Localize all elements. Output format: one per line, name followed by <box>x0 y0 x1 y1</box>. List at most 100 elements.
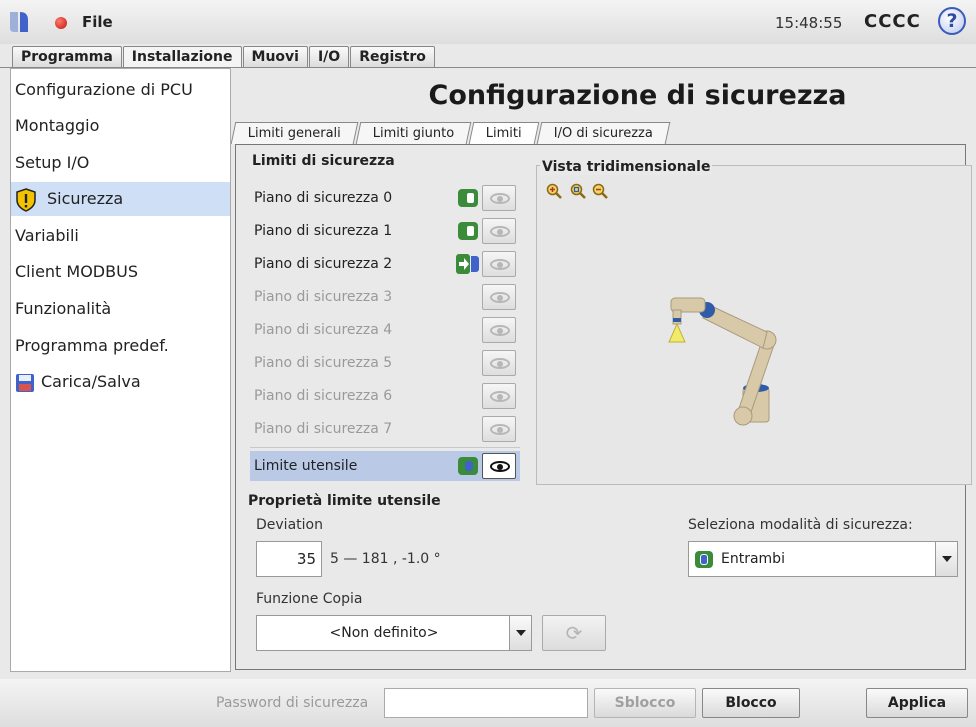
safety-mode-dropdown[interactable]: Entrambi <box>688 541 958 577</box>
safety-config-panel: Configurazione di sicurezza Limiti gener… <box>230 68 972 672</box>
help-button[interactable]: ? <box>938 7 966 35</box>
divider <box>250 447 520 448</box>
sidebar-item-label: Variabili <box>15 226 79 245</box>
visibility-button[interactable] <box>482 453 516 479</box>
sidebar-item-label: Client MODBUS <box>15 262 138 281</box>
password-input[interactable] <box>384 688 588 718</box>
sidebar-item-programma-predef[interactable]: Programma predef. <box>11 329 230 363</box>
eye-icon <box>490 461 510 472</box>
tab-installazione[interactable]: Installazione <box>122 46 242 69</box>
deviation-label: Deviation <box>256 517 323 533</box>
copy-function-value: <Non definito> <box>329 625 439 641</box>
plane-row-6[interactable]: Piano di sicurezza 6 <box>250 381 520 411</box>
limits-section-title: Limiti di sicurezza <box>252 153 395 169</box>
floppy-disk-icon <box>16 373 34 392</box>
plane-row-3[interactable]: Piano di sicurezza 3 <box>250 282 520 312</box>
zoom-in-icon[interactable] <box>546 183 562 199</box>
tab-io-sicurezza[interactable]: I/O di sicurezza <box>536 122 671 144</box>
main-tabs: Programma Installazione Muovi I/O Regist… <box>12 46 436 69</box>
visibility-button[interactable] <box>482 416 516 442</box>
sidebar-item-pcu-config[interactable]: Configurazione di PCU <box>11 73 230 107</box>
zoom-out-icon[interactable] <box>592 183 608 199</box>
eye-icon <box>490 325 510 336</box>
tab-limiti[interactable]: Limiti <box>469 122 540 144</box>
unlock-button[interactable]: Sblocco <box>594 688 696 718</box>
safety-sub-tabs: Limiti generali Limiti giunto Limiti I/O… <box>230 122 671 144</box>
tab-label: Limiti generali <box>247 126 341 141</box>
tool-limit-row[interactable]: Limite utensile <box>250 451 520 481</box>
visibility-button[interactable] <box>482 185 516 211</box>
apply-button[interactable]: Applica <box>866 688 968 718</box>
sidebar-item-label: Montaggio <box>15 116 100 135</box>
sidebar-item-setup-io[interactable]: Setup I/O <box>11 146 230 180</box>
universal-robots-logo <box>10 12 28 32</box>
plane-row-5[interactable]: Piano di sicurezza 5 <box>250 348 520 378</box>
tab-label: Limiti giunto <box>372 126 455 141</box>
eye-icon <box>490 358 510 369</box>
sidebar-item-carica-salva[interactable]: Carica/Salva <box>11 365 230 399</box>
sidebar-item-label: Programma predef. <box>15 336 169 355</box>
tool-limit-toggle[interactable] <box>458 457 478 475</box>
deviation-range: 5 — 181 , -1.0 ° <box>330 551 441 567</box>
plane-row-4[interactable]: Piano di sicurezza 4 <box>250 315 520 345</box>
sidebar-item-sicurezza[interactable]: Sicurezza <box>11 182 230 216</box>
plane-label: Piano di sicurezza 1 <box>254 223 393 239</box>
sidebar-item-funzionalita[interactable]: Funzionalità <box>11 292 230 326</box>
sidebar-item-variabili[interactable]: Variabili <box>11 219 230 253</box>
plane-enable-toggle[interactable] <box>458 189 478 207</box>
tool-props-title: Proprietà limite utensile <box>248 493 441 509</box>
plane-label: Piano di sicurezza 6 <box>254 388 393 404</box>
zoom-fit-icon[interactable] <box>570 183 586 199</box>
eye-icon <box>490 259 510 270</box>
copy-function-dropdown[interactable]: <Non definito> <box>256 615 532 651</box>
tab-io[interactable]: I/O <box>308 46 350 67</box>
plane-label: Piano di sicurezza 7 <box>254 421 393 437</box>
eye-icon <box>490 292 510 303</box>
bottom-bar: Password di sicurezza Sblocco Blocco App… <box>0 679 976 727</box>
visibility-button[interactable] <box>482 218 516 244</box>
tool-limit-label: Limite utensile <box>254 458 358 474</box>
sidebar-item-label: Configurazione di PCU <box>15 80 193 99</box>
refresh-icon: ⟳ <box>565 621 583 645</box>
tab-muovi[interactable]: Muovi <box>242 46 308 67</box>
plane-row-1[interactable]: Piano di sicurezza 1 <box>250 216 520 246</box>
visibility-button[interactable] <box>482 251 516 277</box>
sidebar-item-montaggio[interactable]: Montaggio <box>11 109 230 143</box>
robot-name: CCCC <box>864 11 921 32</box>
status-led-icon <box>55 17 67 29</box>
tab-limiti-generali[interactable]: Limiti generali <box>230 122 359 144</box>
sidebar-item-client-modbus[interactable]: Client MODBUS <box>11 255 230 289</box>
eye-icon <box>490 226 510 237</box>
visibility-button[interactable] <box>482 317 516 343</box>
safety-mode-value: Entrambi <box>721 551 785 567</box>
file-menu[interactable]: File <box>82 13 113 31</box>
visibility-button[interactable] <box>482 350 516 376</box>
deviation-input[interactable]: 35 <box>256 541 322 577</box>
plane-label: Piano di sicurezza 5 <box>254 355 393 371</box>
sidebar-item-label: Setup I/O <box>15 153 90 172</box>
sidebar-item-label: Carica/Salva <box>41 372 141 391</box>
copy-function-label: Funzione Copia <box>256 591 363 607</box>
plane-label: Piano di sicurezza 4 <box>254 322 393 338</box>
trigger-plane-icon[interactable] <box>456 254 480 274</box>
plane-label: Piano di sicurezza 0 <box>254 190 393 206</box>
clock: 15:48:55 <box>775 14 843 32</box>
3d-view[interactable] <box>536 165 972 485</box>
3d-view-title: Vista tridimensionale <box>540 159 713 175</box>
shield-warning-icon <box>16 187 36 212</box>
plane-enable-toggle[interactable] <box>458 222 478 240</box>
eye-icon <box>490 193 510 204</box>
plane-row-7[interactable]: Piano di sicurezza 7 <box>250 414 520 444</box>
lock-button[interactable]: Blocco <box>702 688 800 718</box>
visibility-button[interactable] <box>482 383 516 409</box>
refresh-button[interactable]: ⟳ <box>542 615 606 651</box>
password-label: Password di sicurezza <box>216 695 369 711</box>
plane-row-0[interactable]: Piano di sicurezza 0 <box>250 183 520 213</box>
tab-limiti-giunto[interactable]: Limiti giunto <box>355 122 472 144</box>
tab-label: I/O di sicurezza <box>554 126 654 141</box>
plane-row-2[interactable]: Piano di sicurezza 2 <box>250 249 520 279</box>
visibility-button[interactable] <box>482 284 516 310</box>
tab-programma[interactable]: Programma <box>12 46 122 67</box>
limits-tab-panel: Limiti di sicurezza Piano di sicurezza 0… <box>235 144 972 670</box>
tab-registro[interactable]: Registro <box>350 46 435 67</box>
